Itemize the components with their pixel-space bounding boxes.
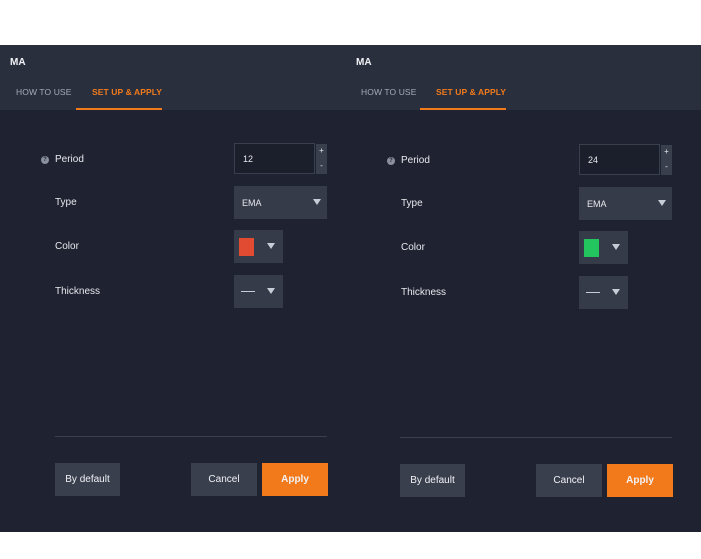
- chevron-down-icon: [612, 289, 620, 295]
- period-input[interactable]: [234, 143, 315, 174]
- tab-how-to-use[interactable]: HOW TO USE: [361, 87, 416, 97]
- tab-setup-and-apply[interactable]: SET UP & APPLY: [92, 87, 162, 97]
- period-increment-button[interactable]: +: [661, 145, 672, 160]
- apply-button[interactable]: Apply: [607, 464, 673, 497]
- by-default-button[interactable]: By default: [400, 464, 465, 497]
- by-default-button[interactable]: By default: [55, 463, 120, 496]
- color-swatch: [239, 238, 254, 256]
- type-label: Type: [55, 197, 77, 208]
- divider: [55, 436, 327, 437]
- indicator-settings-panel-right: MA HOW TO USE SET UP & APPLY ? Period + …: [346, 45, 701, 532]
- type-select[interactable]: EMA: [234, 186, 327, 219]
- info-icon[interactable]: ?: [41, 156, 49, 164]
- period-decrement-button[interactable]: -: [661, 160, 672, 175]
- color-picker[interactable]: [579, 231, 628, 264]
- tab-setup-and-apply[interactable]: SET UP & APPLY: [436, 87, 506, 97]
- period-input[interactable]: [579, 144, 660, 175]
- period-label: Period: [401, 155, 430, 166]
- panel-title: MA: [10, 57, 26, 68]
- chevron-down-icon: [658, 200, 666, 206]
- chevron-down-icon: [313, 199, 321, 205]
- color-label: Color: [55, 241, 79, 252]
- type-selected-value: EMA: [242, 198, 262, 208]
- divider: [400, 437, 672, 438]
- panel-header: MA HOW TO USE SET UP & APPLY: [346, 45, 701, 110]
- chevron-down-icon: [267, 288, 275, 294]
- chevron-down-icon: [612, 244, 620, 250]
- active-tab-indicator: [420, 108, 506, 110]
- thickness-select[interactable]: [234, 275, 283, 308]
- line-thickness-icon: [241, 291, 255, 292]
- color-picker[interactable]: [234, 230, 283, 263]
- type-label: Type: [401, 198, 423, 209]
- line-thickness-icon: [586, 292, 600, 293]
- cancel-button[interactable]: Cancel: [536, 464, 602, 497]
- panel-title: MA: [356, 57, 372, 68]
- period-decrement-button[interactable]: -: [316, 159, 327, 174]
- chevron-down-icon: [267, 243, 275, 249]
- type-selected-value: EMA: [587, 199, 607, 209]
- cancel-button[interactable]: Cancel: [191, 463, 257, 496]
- active-tab-indicator: [76, 108, 162, 110]
- info-icon[interactable]: ?: [387, 157, 395, 165]
- color-swatch: [584, 239, 599, 257]
- period-increment-button[interactable]: +: [316, 144, 327, 159]
- apply-button[interactable]: Apply: [262, 463, 328, 496]
- panel-header: MA HOW TO USE SET UP & APPLY: [0, 45, 346, 110]
- type-select[interactable]: EMA: [579, 187, 672, 220]
- thickness-select[interactable]: [579, 276, 628, 309]
- period-label: Period: [55, 154, 84, 165]
- color-label: Color: [401, 242, 425, 253]
- thickness-label: Thickness: [55, 286, 101, 297]
- tab-how-to-use[interactable]: HOW TO USE: [16, 87, 71, 97]
- indicator-settings-panel-left: MA HOW TO USE SET UP & APPLY ? Period + …: [0, 45, 346, 532]
- thickness-label: Thickness: [401, 287, 447, 298]
